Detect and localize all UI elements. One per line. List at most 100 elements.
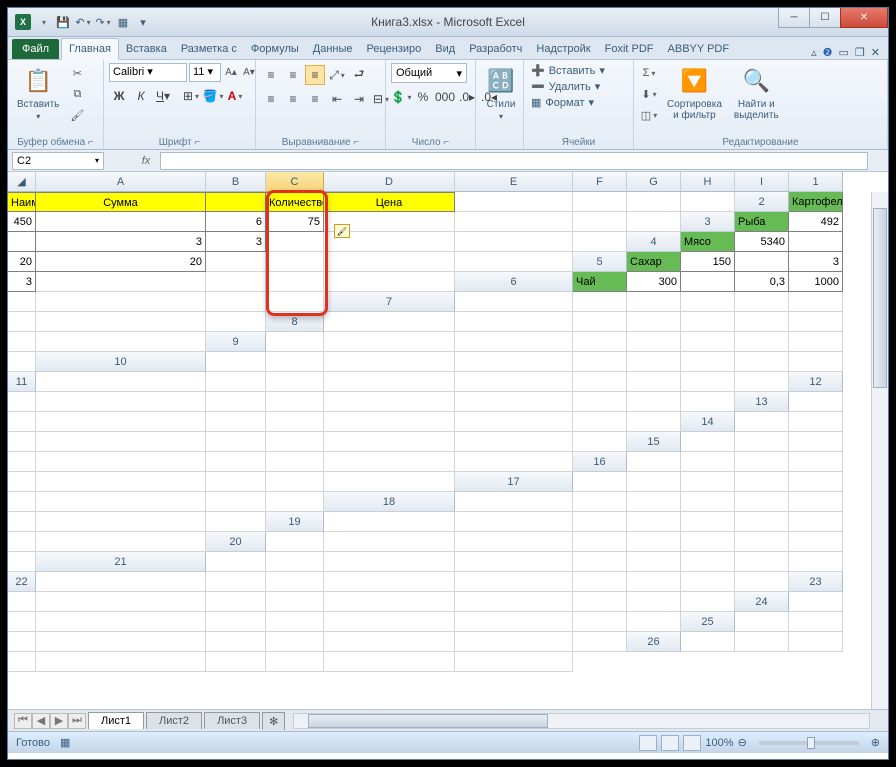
cell-E8[interactable] [681, 312, 735, 332]
cell-G18[interactable] [8, 512, 36, 532]
cell-B11[interactable] [206, 372, 266, 392]
row-header-9[interactable]: 9 [206, 332, 266, 352]
autosum-icon[interactable]: Σ [639, 63, 659, 83]
cell-D19[interactable] [627, 512, 681, 532]
cell-I25[interactable] [573, 632, 627, 652]
tab-layout[interactable]: Разметка с [174, 39, 244, 59]
page-layout-view-button[interactable] [661, 735, 679, 751]
increase-font-icon[interactable]: A▴ [223, 65, 239, 81]
cell-H15[interactable] [324, 452, 455, 472]
row-header-1[interactable]: 1 [789, 172, 843, 192]
cell-B15[interactable] [735, 432, 789, 452]
row-header-2[interactable]: 2 [735, 192, 789, 212]
row-header-25[interactable]: 25 [681, 612, 735, 632]
cell-C2[interactable] [36, 212, 206, 232]
cell-E25[interactable] [206, 632, 266, 652]
cell-H18[interactable] [36, 512, 206, 532]
bold-button[interactable]: Ж [109, 86, 129, 106]
zoom-in-button[interactable]: ⊕ [871, 736, 880, 749]
cut-icon[interactable]: ✂ [67, 63, 87, 83]
sheet-nav-first[interactable]: ⏮ [14, 713, 32, 729]
cell-G1[interactable] [573, 192, 627, 212]
cell-H6[interactable] [206, 292, 266, 312]
cell-E1[interactable]: Цена [324, 192, 455, 212]
col-header-E[interactable]: E [455, 172, 573, 192]
decrease-indent-icon[interactable]: ⇤ [327, 89, 347, 109]
cell-D8[interactable] [627, 312, 681, 332]
cell-I7[interactable] [206, 312, 266, 332]
cell-I11[interactable] [735, 372, 789, 392]
fx-icon[interactable]: fx [136, 151, 156, 171]
cell-D20[interactable] [573, 532, 627, 552]
cell-A17[interactable] [573, 472, 627, 492]
tab-abbyy[interactable]: ABBYY PDF [661, 39, 737, 59]
orientation-icon[interactable]: ⤢ [327, 65, 347, 85]
cell-B4[interactable]: 5340 [735, 232, 789, 252]
cell-E21[interactable] [573, 552, 627, 572]
vertical-scrollbar[interactable] [871, 192, 888, 709]
row-header-16[interactable]: 16 [573, 452, 627, 472]
cell-I17[interactable] [266, 492, 324, 512]
name-box[interactable]: C2▾ [12, 152, 104, 170]
col-header-D[interactable]: D [324, 172, 455, 192]
cell-H20[interactable] [789, 532, 843, 552]
col-header-F[interactable]: F [573, 172, 627, 192]
sheet-nav-prev[interactable]: ◀ [32, 713, 50, 729]
qat-dropdown[interactable] [34, 13, 52, 31]
cell-F17[interactable] [8, 492, 36, 512]
cell-C13[interactable] [36, 412, 206, 432]
zoom-level[interactable]: 100% [705, 737, 733, 749]
cell-B9[interactable] [324, 332, 455, 352]
cell-D14[interactable] [36, 432, 206, 452]
cell-C15[interactable] [789, 432, 843, 452]
align-top-icon[interactable]: ≡ [261, 65, 281, 85]
cell-D18[interactable] [681, 492, 735, 512]
delete-cells-button[interactable]: ➖ Удалить ▾ [529, 79, 602, 94]
close-button[interactable]: ✕ [840, 8, 888, 28]
border-button[interactable]: ⊞ [181, 86, 201, 106]
cell-B7[interactable] [573, 292, 627, 312]
cell-E6[interactable]: 1000 [789, 272, 843, 292]
row-header-20[interactable]: 20 [206, 532, 266, 552]
cell-C26[interactable] [789, 632, 843, 652]
cell-B12[interactable] [36, 392, 206, 412]
cell-A1[interactable]: Наименование товара [8, 192, 36, 212]
cell-B19[interactable] [455, 512, 573, 532]
cell-G24[interactable] [455, 612, 573, 632]
cell-F21[interactable] [627, 552, 681, 572]
cell-C5[interactable] [735, 252, 789, 272]
row-header-18[interactable]: 18 [324, 492, 455, 512]
cell-C9[interactable] [455, 332, 573, 352]
cell-I8[interactable] [36, 332, 206, 352]
format-painter-icon[interactable]: 🖌 [67, 105, 87, 125]
col-header-I[interactable]: I [735, 172, 789, 192]
cell-F18[interactable] [789, 492, 843, 512]
cell-I2[interactable] [627, 212, 681, 232]
cell-A18[interactable] [455, 492, 573, 512]
minimize-ribbon-icon[interactable]: ▵ [811, 46, 817, 59]
cell-I1[interactable] [681, 192, 735, 212]
cell-D9[interactable] [573, 332, 627, 352]
comma-icon[interactable]: 000 [435, 87, 455, 107]
cell-D26[interactable] [8, 652, 36, 672]
cell-F13[interactable] [324, 412, 455, 432]
cell-D17[interactable] [735, 472, 789, 492]
cell-B25[interactable] [789, 612, 843, 632]
row-header-13[interactable]: 13 [735, 392, 789, 412]
cell-F11[interactable] [573, 372, 627, 392]
cell-I6[interactable] [266, 292, 324, 312]
cell-C7[interactable] [627, 292, 681, 312]
new-sheet-button[interactable]: ✻ [262, 712, 285, 730]
cell-A22[interactable] [36, 572, 206, 592]
row-header-7[interactable]: 7 [324, 292, 455, 312]
cell-G4[interactable] [266, 252, 324, 272]
cell-A15[interactable] [681, 432, 735, 452]
percent-icon[interactable]: % [413, 87, 433, 107]
tab-data[interactable]: Данные [306, 39, 360, 59]
cell-A4[interactable]: Мясо [681, 232, 735, 252]
cell-G26[interactable] [266, 652, 324, 672]
cell-A26[interactable] [681, 632, 735, 652]
row-header-8[interactable]: 8 [266, 312, 324, 332]
cell-D21[interactable] [455, 552, 573, 572]
cell-F6[interactable] [8, 292, 36, 312]
